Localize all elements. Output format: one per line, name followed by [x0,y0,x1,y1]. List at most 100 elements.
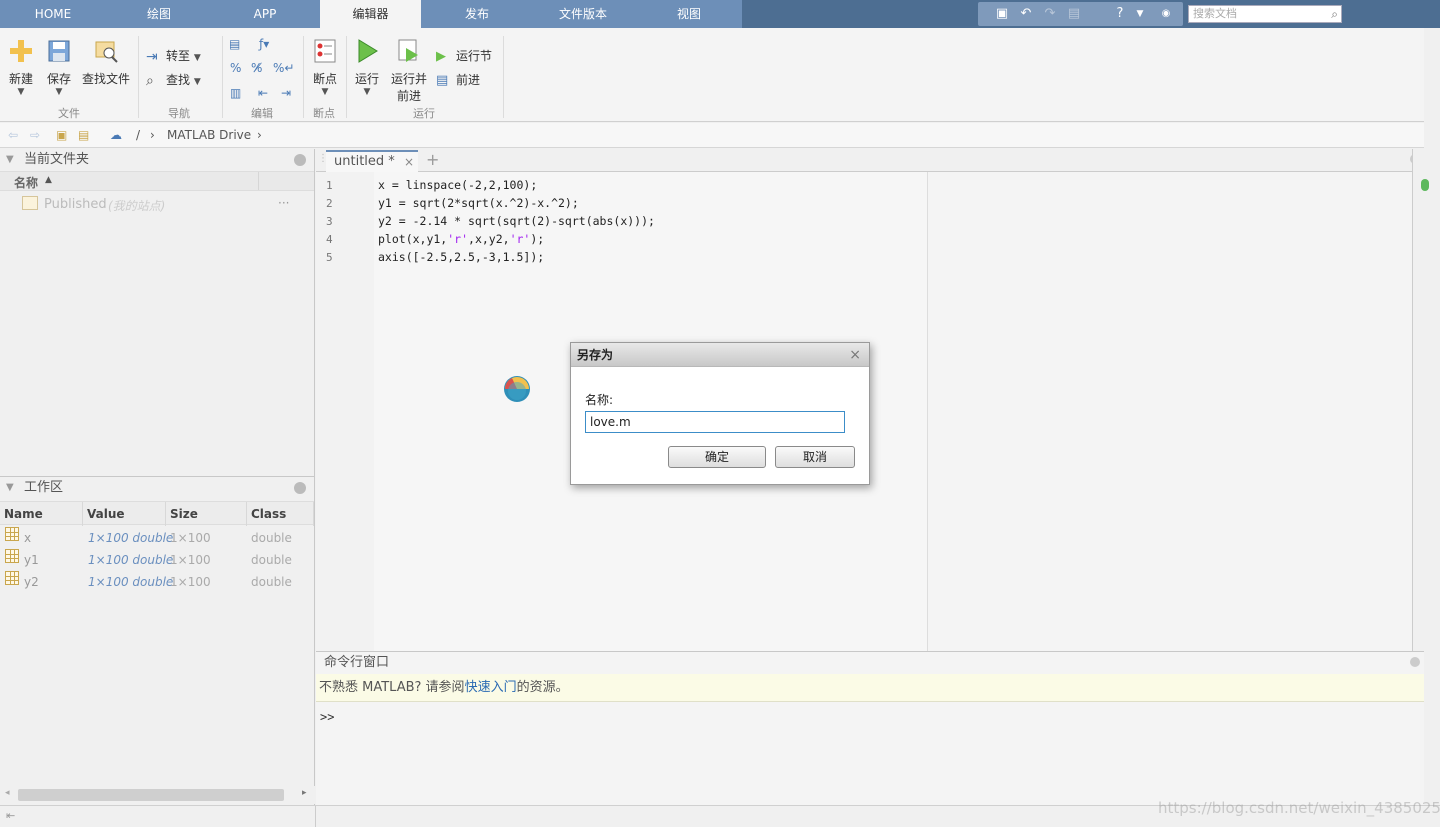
folder-more-icon[interactable]: ··· [278,196,289,210]
find-files-label: 查找文件 [81,72,130,86]
panel-options-icon[interactable] [294,154,306,166]
line-number: 4 [326,233,333,246]
run-label: 运行 [354,72,379,86]
run-section-button[interactable]: ▶ 运行节 [436,46,492,66]
increase-indent-icon[interactable]: ⇥ [281,83,291,103]
up-folder-icon[interactable]: ▣ [56,128,67,142]
address-folder[interactable]: MATLAB Drive [167,128,251,142]
undo-icon[interactable]: ↶ [1018,6,1034,22]
goto-dropdown-icon: ▼ [193,53,201,63]
editor-tabbar: ⋮ untitled * × + [316,149,1424,172]
command-prompt[interactable]: >> [320,710,334,724]
var-class: double [251,553,292,567]
run-button[interactable]: 运行 ▼ [352,38,382,97]
tab-editor[interactable]: 编辑器 [320,0,421,28]
run-play-icon [358,39,378,63]
scroll-right-icon[interactable]: ▸ [302,788,307,798]
address-root[interactable]: / [136,128,140,142]
col-name[interactable]: Name [0,502,83,526]
expand-icon[interactable]: ◉ [1158,6,1174,22]
save-button[interactable]: 保存 ▼ [44,38,74,97]
tab-publish[interactable]: 发布 [424,0,530,28]
table-row[interactable]: y2 1×100 double 1×100 double [0,571,314,593]
find-files-button[interactable]: 查找文件 [80,38,132,87]
code-line: y2 = -2.14 * sqrt(sqrt(2)-sqrt(abs(x))); [378,214,655,228]
help-icon[interactable]: ? [1112,6,1128,22]
tab-apps[interactable]: APP [212,0,318,28]
col-size[interactable]: Size [166,502,247,526]
cancel-button[interactable]: 取消 [775,446,855,468]
run-and-advance-button[interactable]: 运行并 前进 [390,38,428,104]
variable-matrix-icon [5,527,19,541]
new-tab-icon[interactable]: + [426,150,439,169]
window-layout-icon[interactable]: ▤ [1066,6,1082,22]
tab-view[interactable]: 视图 [636,0,742,28]
ribbon-separator [138,36,139,118]
folder-row-published[interactable]: Published (我的站点) ··· [0,194,314,216]
browse-folder-icon[interactable]: ▤ [78,128,89,142]
uncomment-icon[interactable]: %̸ [251,58,262,78]
panel-options-icon[interactable] [1410,657,1420,667]
sort-ascending-icon: ▲ [45,175,52,185]
panel-options-icon[interactable] [294,482,306,494]
line-number: 5 [326,251,333,264]
quick-start-link[interactable]: 快速入门 [465,680,517,695]
breakpoints-button[interactable]: 断点 ▼ [310,38,340,97]
help-dropdown-icon[interactable]: ▼ [1132,6,1148,22]
editor-tab-untitled[interactable]: untitled * × [326,150,418,172]
tab-home[interactable]: HOME [0,0,106,28]
status-divider [315,806,316,827]
comment-icon[interactable]: % [230,58,241,78]
getting-started-note: 不熟悉 MATLAB? 请参阅快速入门的资源。 [316,674,1424,702]
collapse-icon[interactable]: ▼ [6,477,14,499]
smart-indent-icon[interactable]: ▥ [230,83,241,103]
tab-file-versions[interactable]: 文件版本 [530,0,636,28]
cloud-drive-icon[interactable]: ☁ [110,128,122,142]
close-tab-icon[interactable]: × [404,152,414,172]
breakpoints-icon [314,39,336,63]
name-column-header[interactable]: 名称 [14,174,38,191]
goto-button[interactable]: ⇥ 转至 ▼ [146,46,201,66]
folder-name: Published [44,197,107,212]
run-section-icon: ▶ [436,48,446,64]
group-file-label: 文件 [58,107,80,120]
workspace-header: ▼ 工作区 [0,477,314,499]
floppy-icon [48,40,70,62]
dialog-titlebar[interactable]: 另存为 × [571,343,869,367]
function-icon[interactable]: ƒ▾ [259,34,269,54]
filename-input[interactable] [585,411,845,433]
address-chevron-icon: › [257,128,262,142]
ok-button[interactable]: 确定 [668,446,766,468]
code-line: axis([-2.5,2.5,-3,1.5]); [378,250,545,264]
search-docs-input[interactable]: 搜索文档 ⌕ [1188,5,1342,23]
scroll-left-icon[interactable]: ◂ [5,788,10,798]
col-value[interactable]: Value [83,502,166,526]
scrollbar-thumb[interactable] [18,789,284,801]
forward-icon[interactable]: ⇨ [30,128,40,142]
advance-icon: ▤ [436,72,449,88]
new-label: 新建 [8,72,33,86]
decrease-indent-icon[interactable]: ⇤ [258,83,268,103]
workspace-horizontal-scrollbar[interactable]: ◂ ▸ [0,786,315,804]
tab-plots[interactable]: 绘图 [106,0,212,28]
status-collapse-icon[interactable]: ⇤ [6,809,15,822]
col-class[interactable]: Class [247,502,314,526]
redo-icon[interactable]: ↷ [1042,6,1058,22]
back-icon[interactable]: ⇦ [8,128,18,142]
find-files-icon [95,41,118,63]
insert-section-icon[interactable]: ▤ [229,34,240,54]
collapse-icon[interactable]: ▼ [6,149,14,171]
save-icon[interactable]: ▣ [994,6,1010,22]
find-button[interactable]: ⌕ 查找 ▼ [146,70,201,90]
search-icon[interactable]: ⌕ [1331,6,1338,22]
table-row[interactable]: x 1×100 double 1×100 double [0,527,314,549]
code-analyzer-indicator[interactable] [1421,179,1429,191]
group-navigation-label: 导航 [168,107,190,120]
table-row[interactable]: y1 1×100 double 1×100 double [0,549,314,571]
new-button[interactable]: 新建 ▼ [6,38,36,97]
advance-button[interactable]: ▤ 前进 [436,70,480,90]
wrap-comments-icon[interactable]: %↵ [273,58,294,78]
close-icon[interactable]: × [849,343,861,367]
run-and-advance-icon [398,39,418,62]
breakpoints-dropdown-icon: ▼ [321,87,329,97]
